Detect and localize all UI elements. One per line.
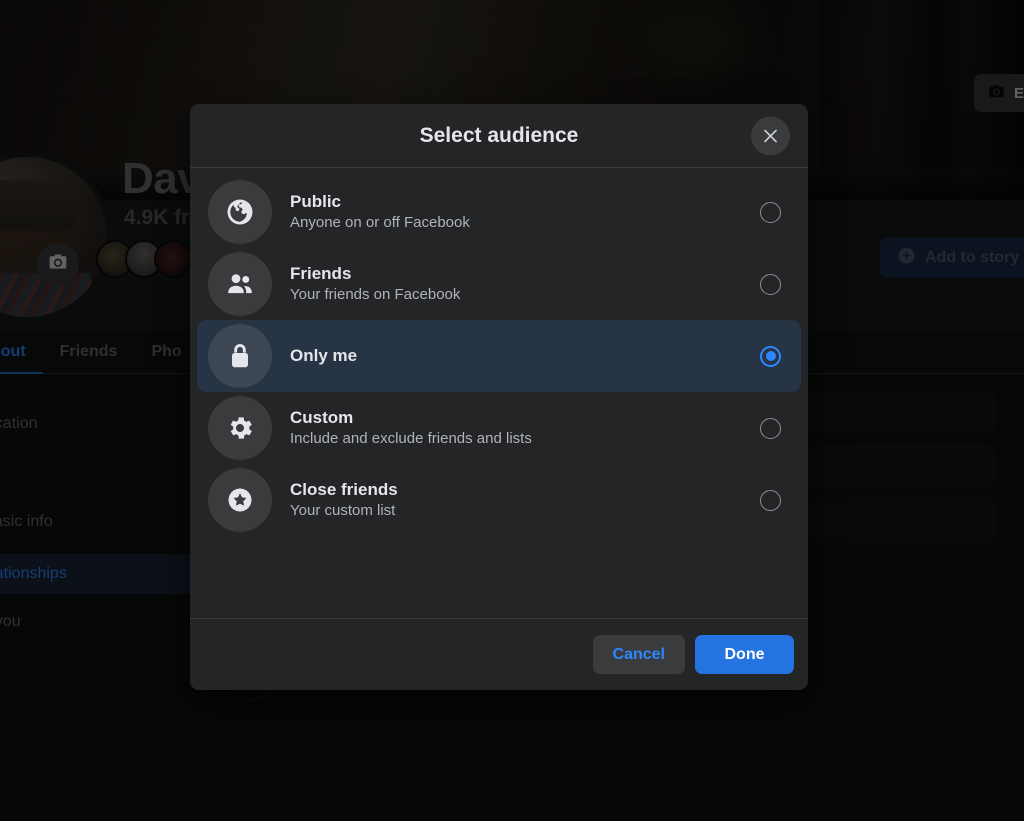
audience-option-custom[interactable]: Custom Include and exclude friends and l… — [197, 392, 801, 464]
dialog-footer: Cancel Done — [190, 618, 808, 690]
radio-friends[interactable] — [760, 273, 781, 295]
globe-icon — [208, 180, 272, 244]
audience-option-text: Only me — [272, 345, 760, 367]
friends-icon — [208, 252, 272, 316]
audience-option-text: Custom Include and exclude friends and l… — [272, 407, 760, 450]
star-icon — [208, 468, 272, 532]
dialog-header: Select audience — [190, 104, 808, 168]
audience-option-title: Friends — [290, 263, 352, 283]
gear-icon — [208, 396, 272, 460]
audience-option-only-me[interactable]: Only me — [197, 320, 801, 392]
radio-custom[interactable] — [760, 417, 781, 439]
dialog-title: Select audience — [419, 123, 579, 147]
select-audience-dialog: Select audience Public Anyone on or off … — [190, 104, 808, 690]
lock-icon — [208, 324, 272, 388]
audience-option-subtitle: Anyone on or off Facebook — [290, 214, 470, 232]
audience-option-title: Only me — [290, 345, 358, 365]
audience-option-friends[interactable]: Friends Your friends on Facebook — [197, 248, 801, 320]
audience-option-text: Close friends Your custom list — [272, 479, 760, 522]
close-icon[interactable] — [751, 116, 790, 155]
audience-option-close-friends[interactable]: Close friends Your custom list — [197, 464, 801, 536]
audience-option-title: Custom — [290, 407, 354, 427]
audience-option-text: Public Anyone on or off Facebook — [272, 191, 760, 234]
audience-option-subtitle: Include and exclude friends and lists — [290, 430, 532, 448]
audience-option-list: Public Anyone on or off Facebook Friends… — [190, 168, 808, 618]
audience-option-public[interactable]: Public Anyone on or off Facebook — [197, 176, 801, 248]
audience-option-title: Public — [290, 191, 342, 211]
radio-public[interactable] — [760, 201, 781, 223]
radio-close-friends[interactable] — [760, 489, 781, 511]
radio-only-me[interactable] — [760, 345, 781, 367]
done-button[interactable]: Done — [695, 635, 794, 674]
cancel-button[interactable]: Cancel — [592, 635, 685, 674]
audience-option-text: Friends Your friends on Facebook — [272, 263, 760, 306]
audience-option-title: Close friends — [290, 479, 398, 499]
audience-option-subtitle: Your custom list — [290, 502, 396, 520]
audience-option-subtitle: Your friends on Facebook — [290, 286, 461, 304]
